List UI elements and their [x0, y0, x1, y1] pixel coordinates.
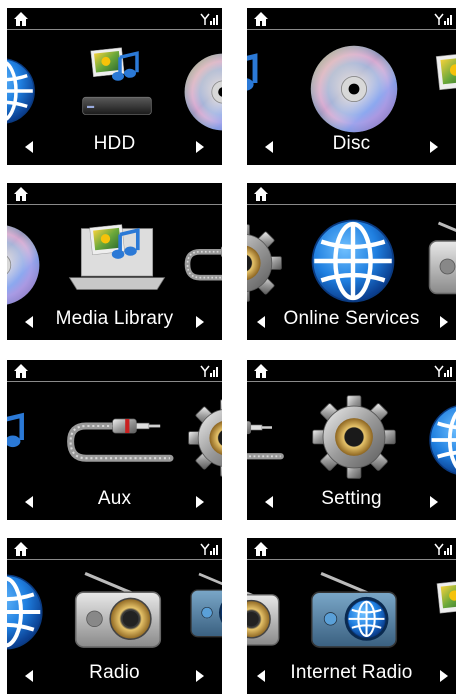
signal-strength-icon — [434, 365, 452, 377]
label-row: Online Services — [247, 302, 456, 340]
home-icon[interactable] — [13, 363, 29, 379]
status-bar — [7, 538, 222, 560]
aux-cable-icon — [183, 233, 222, 293]
home-icon[interactable] — [13, 541, 29, 557]
status-divider — [247, 559, 456, 560]
home-icon[interactable] — [13, 11, 29, 27]
menu-label: Radio — [89, 662, 140, 683]
right-arrow-icon[interactable] — [430, 496, 438, 508]
screen-setting: Setting — [247, 360, 456, 520]
label-row: Radio — [7, 656, 222, 694]
signal-strength-icon — [434, 13, 452, 25]
menu-label: Media Library — [55, 308, 174, 329]
label-row: Aux — [7, 482, 222, 520]
right-arrow-icon[interactable] — [196, 496, 204, 508]
home-icon[interactable] — [13, 186, 29, 202]
globe-icon — [7, 572, 45, 652]
media-library-icon — [7, 400, 41, 480]
gear-icon — [247, 223, 283, 303]
screen-radio: Radio — [7, 538, 222, 694]
media-library-icon — [427, 568, 456, 648]
disc-icon[interactable] — [309, 44, 399, 134]
aux-cable-icon — [247, 408, 287, 472]
media-icon — [247, 48, 277, 118]
status-bar — [247, 183, 456, 205]
screen-media-library: Media Library — [7, 183, 222, 340]
screen-disc: Disc — [247, 8, 456, 165]
signal-strength-icon — [434, 543, 452, 555]
internet-radio-icon[interactable] — [307, 568, 401, 654]
status-bar — [247, 8, 456, 30]
right-arrow-icon[interactable] — [196, 316, 204, 328]
status-divider — [7, 29, 222, 30]
status-bar — [247, 538, 456, 560]
disc-icon — [7, 223, 41, 307]
label-row: Disc — [247, 127, 456, 165]
signal-strength-icon — [200, 13, 218, 25]
status-divider — [247, 204, 456, 205]
screen-internet-radio: Internet Radio — [247, 538, 456, 694]
status-divider — [7, 204, 222, 205]
status-divider — [7, 381, 222, 382]
status-bar — [7, 183, 222, 205]
screen-aux: Aux — [7, 360, 222, 520]
radio-icon — [425, 217, 456, 301]
right-arrow-icon[interactable] — [430, 141, 438, 153]
status-divider — [7, 559, 222, 560]
globe-icon — [7, 56, 37, 126]
status-divider — [247, 381, 456, 382]
home-icon[interactable] — [253, 541, 269, 557]
right-arrow-icon[interactable] — [440, 316, 448, 328]
label-row: HDD — [7, 127, 222, 165]
home-icon[interactable] — [253, 363, 269, 379]
disc-icon — [183, 52, 222, 132]
menu-label: Online Services — [283, 308, 420, 329]
right-arrow-icon[interactable] — [196, 670, 204, 682]
radio-icon — [247, 572, 283, 652]
menu-label: HDD — [93, 133, 136, 154]
label-row: Setting — [247, 482, 456, 520]
media-library-icon[interactable] — [65, 213, 169, 305]
screen-online-services: Online Services — [247, 183, 456, 340]
signal-strength-icon — [200, 365, 218, 377]
aux-cable-icon[interactable] — [65, 404, 177, 476]
status-bar — [7, 360, 222, 382]
screen-hdd: HDD — [7, 8, 222, 165]
radio-icon[interactable] — [71, 568, 165, 654]
label-row: Media Library — [7, 302, 222, 340]
status-divider — [247, 29, 456, 30]
globe-icon[interactable] — [309, 217, 397, 305]
menu-label: Setting — [321, 488, 382, 509]
menu-label: Internet Radio — [290, 662, 413, 683]
media-library-icon — [425, 44, 456, 124]
status-bar — [7, 8, 222, 30]
internet-radio-icon — [187, 568, 222, 644]
gear-icon — [187, 398, 222, 478]
label-row: Internet Radio — [247, 656, 456, 694]
gear-icon[interactable] — [311, 394, 397, 480]
menu-label: Disc — [332, 133, 371, 154]
right-arrow-icon[interactable] — [196, 141, 204, 153]
menu-label: Aux — [97, 488, 132, 509]
globe-icon — [427, 402, 456, 478]
right-arrow-icon[interactable] — [440, 670, 448, 682]
status-bar — [247, 360, 456, 382]
signal-strength-icon — [200, 543, 218, 555]
hdd-icon[interactable] — [67, 38, 167, 128]
home-icon[interactable] — [253, 11, 269, 27]
home-icon[interactable] — [253, 186, 269, 202]
